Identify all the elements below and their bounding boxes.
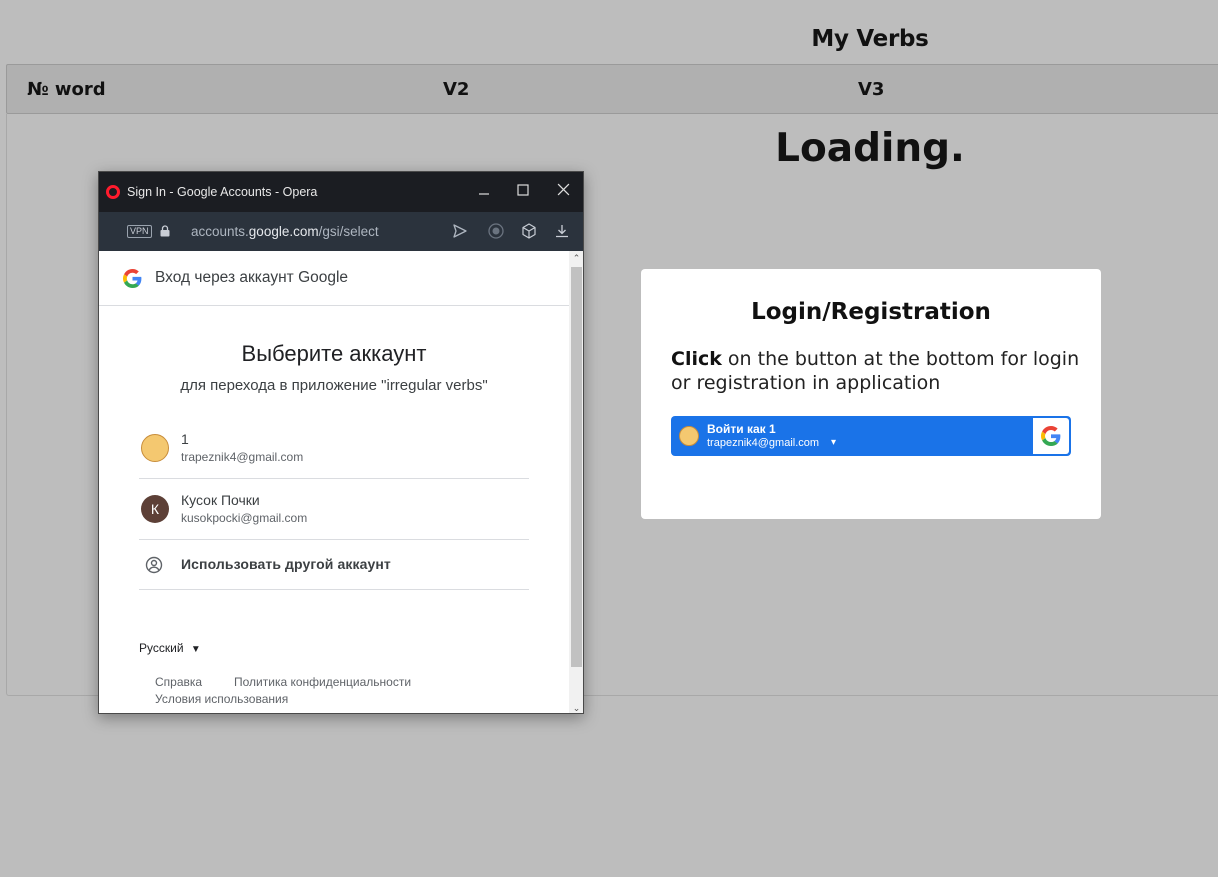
- url-path: /gsi/select: [318, 224, 379, 239]
- choose-account-title: Выберите аккаунт: [241, 341, 427, 366]
- signin-email: trapeznik4@gmail.com: [707, 437, 820, 449]
- account-name: 1: [181, 431, 189, 447]
- google-logo-icon: [1033, 418, 1069, 454]
- column-header-word: № word: [27, 79, 106, 100]
- page-title: My Verbs: [811, 26, 929, 52]
- popup-content: Вход через аккаунт Google Выберите аккау…: [99, 251, 569, 713]
- account-item-2[interactable]: К Кусок Почки kusokpocki@gmail.com: [139, 479, 529, 540]
- google-signin-button[interactable]: Войти как 1 trapeznik4@gmail.com ▾: [671, 416, 1071, 456]
- google-signin-popup: Sign In - Google Accounts - Opera VPN ac…: [98, 171, 584, 714]
- scrollbar[interactable]: ⌃ ⌄: [569, 251, 583, 713]
- user-avatar: К: [141, 495, 169, 523]
- login-title: Login/Registration: [751, 299, 991, 325]
- login-instructions: Click on the button at the bottom for lo…: [671, 347, 1081, 395]
- account-email: trapeznik4@gmail.com: [181, 450, 304, 464]
- privacy-link[interactable]: Политика конфиденциальности: [234, 675, 411, 689]
- use-another-account[interactable]: Использовать другой аккаунт: [139, 540, 529, 590]
- language-select[interactable]: Русский ▼: [139, 641, 201, 655]
- login-instructions-bold: Click: [671, 348, 722, 370]
- window-titlebar: Sign In - Google Accounts - Opera: [99, 172, 583, 212]
- download-icon[interactable]: [553, 222, 571, 240]
- vpn-badge[interactable]: VPN: [127, 225, 152, 238]
- address-bar: VPN accounts.google.com/gsi/select: [99, 212, 583, 251]
- user-avatar: [679, 426, 699, 446]
- url-prefix: accounts.: [191, 224, 249, 239]
- scroll-down-icon[interactable]: ⌄: [569, 701, 583, 713]
- lock-icon: [160, 225, 170, 237]
- person-circle-icon: [145, 556, 163, 574]
- loading-text: Loading.: [775, 126, 965, 171]
- maximize-button[interactable]: [508, 180, 538, 204]
- account-item-1[interactable]: 1 trapeznik4@gmail.com: [139, 418, 529, 479]
- snapshot-icon[interactable]: [487, 222, 505, 240]
- opera-logo-icon: [106, 185, 120, 199]
- cube-icon[interactable]: [520, 222, 538, 240]
- user-avatar: [141, 434, 169, 462]
- google-header: Вход через аккаунт Google: [99, 251, 569, 306]
- google-logo-icon: [123, 269, 142, 288]
- login-card: Login/Registration Click on the button a…: [641, 269, 1101, 519]
- account-name: Кусок Почки: [181, 492, 260, 508]
- terms-link[interactable]: Условия использования: [155, 692, 288, 706]
- dropdown-arrow-icon: ▼: [190, 644, 201, 655]
- url-text[interactable]: accounts.google.com/gsi/select: [191, 224, 379, 239]
- minimize-button[interactable]: [469, 180, 499, 204]
- google-header-title: Вход через аккаунт Google: [155, 269, 349, 286]
- language-label: Русский: [139, 641, 184, 655]
- help-link[interactable]: Справка: [155, 675, 202, 689]
- scroll-up-icon[interactable]: ⌃: [569, 251, 583, 265]
- scroll-thumb[interactable]: [571, 267, 582, 667]
- login-instructions-rest: on the button at the bottom for login or…: [671, 348, 1080, 394]
- url-domain: google.com: [248, 224, 319, 239]
- column-header-v3: V3: [858, 79, 885, 100]
- chevron-down-icon: ▾: [831, 437, 837, 448]
- choose-account-subtitle: для перехода в приложение "irregular ver…: [180, 377, 488, 394]
- send-icon[interactable]: [451, 222, 469, 240]
- column-header-v2: V2: [443, 79, 470, 100]
- account-email: kusokpocki@gmail.com: [181, 511, 308, 525]
- close-button[interactable]: [548, 180, 578, 204]
- use-another-account-label: Использовать другой аккаунт: [181, 556, 391, 572]
- window-title: Sign In - Google Accounts - Opera: [127, 185, 318, 199]
- table-header: № word V2 V3: [6, 64, 1218, 114]
- signin-as-label: Войти как 1: [707, 422, 776, 436]
